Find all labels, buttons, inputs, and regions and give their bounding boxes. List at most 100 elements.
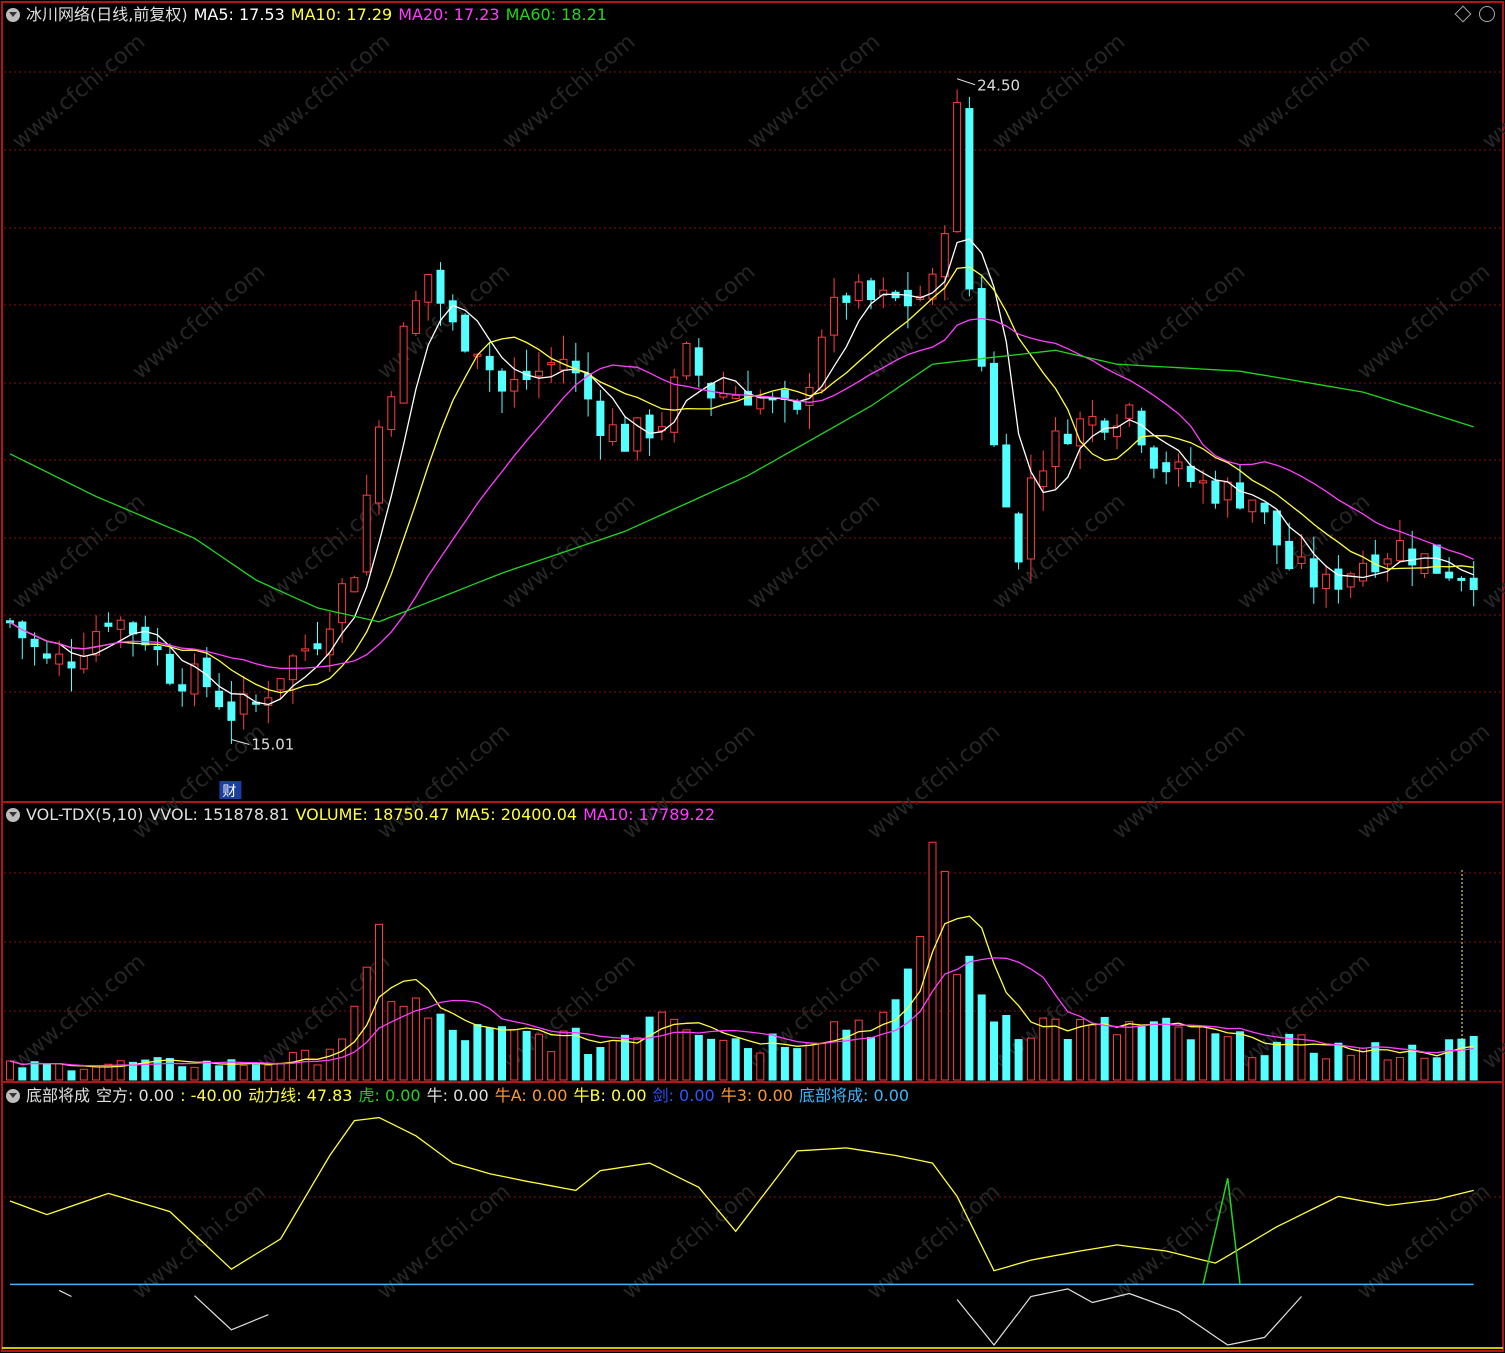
candle-body — [854, 281, 863, 301]
volume-bar — [1149, 1021, 1158, 1081]
event-label: 财 — [222, 784, 236, 800]
chart-frame — [1, 1, 1504, 1352]
volume-bar — [990, 1021, 998, 1081]
candle-body — [731, 394, 740, 399]
volume-bar — [1076, 1019, 1085, 1081]
candle-body — [1297, 556, 1306, 564]
candle-body — [842, 295, 851, 303]
volume-bar — [288, 1052, 297, 1081]
volume-bar — [1174, 1026, 1183, 1081]
volume-bar — [202, 1060, 211, 1081]
volume-bar — [584, 1053, 593, 1081]
volume-bar — [165, 1058, 174, 1081]
volume-bar — [879, 1011, 888, 1081]
candle-body — [903, 289, 912, 307]
candle-body — [1445, 571, 1454, 579]
volume-bar — [325, 1048, 334, 1081]
watermark-text: www.cfchi.com — [253, 29, 395, 154]
candle-body — [104, 622, 113, 627]
volume-bar — [1002, 1015, 1011, 1081]
candle-body — [55, 653, 64, 665]
low-label: 15.01 — [251, 735, 294, 753]
volume-bar — [485, 1027, 494, 1081]
volume-bar — [461, 1040, 470, 1081]
ma5-legend: MA5: 17.53 — [193, 5, 285, 24]
watermark-text: www.cfchi.com — [128, 1179, 270, 1304]
chevron-down-icon[interactable] — [6, 8, 20, 22]
candle-body — [830, 296, 839, 336]
candle-body — [227, 701, 236, 721]
candle-body — [1309, 558, 1318, 588]
volume-bar — [362, 966, 371, 1081]
candle-body — [547, 362, 556, 366]
volume-bar — [1223, 1036, 1232, 1081]
volume-bar — [18, 1067, 27, 1081]
candle-body — [362, 494, 371, 573]
high-marker — [956, 78, 976, 86]
watermark-text: www.cfchi.com — [128, 259, 270, 384]
volume-bar — [682, 1029, 691, 1081]
candle-body — [1236, 482, 1244, 509]
volume-bar — [190, 1066, 199, 1081]
candlesticks — [6, 89, 1478, 744]
candle-body — [571, 360, 580, 374]
watermark-text: www.cfchi.com — [863, 719, 1005, 844]
candle-body — [534, 370, 543, 377]
candle-body — [608, 424, 617, 443]
candle-body — [129, 622, 137, 635]
vol-ma10-legend: MA10: 17789.22 — [583, 805, 715, 824]
volume-bar — [867, 1036, 875, 1081]
candle-body — [510, 378, 519, 392]
watermark-text: www.cfchi.com — [618, 1179, 760, 1304]
candle-body — [1211, 480, 1220, 504]
volume-bar — [805, 1042, 814, 1081]
volume-bar — [1309, 1052, 1318, 1081]
candle-body — [301, 648, 310, 652]
candle-body — [940, 233, 949, 278]
candle-body — [1223, 481, 1232, 501]
chevron-down-icon[interactable] — [6, 808, 20, 822]
candle-body — [965, 108, 974, 290]
stock-chart[interactable]: www.cfchi.com www.cfchi.com www.cfchi.com w… — [0, 0, 1505, 1353]
candle-body — [1051, 430, 1060, 468]
kongfang-legend: 空方: 0.00 — [96, 1086, 175, 1105]
volume-bar — [694, 1034, 703, 1081]
watermark-text: www.cfchi.com — [8, 29, 150, 154]
volume-bar — [707, 1038, 716, 1081]
circle-icon[interactable] — [1479, 6, 1495, 22]
candle-body — [461, 314, 470, 352]
candle-body — [990, 362, 998, 446]
candle-body — [411, 300, 420, 334]
volume-bar — [534, 1033, 543, 1081]
watermark-text: www.cfchi.com — [8, 489, 150, 614]
volume-bar — [239, 1064, 248, 1081]
watermark-text: www.cfchi.com — [1108, 719, 1250, 844]
volume-bar — [1088, 1024, 1097, 1081]
candle-body — [1285, 540, 1294, 570]
volume-bar — [1014, 1039, 1023, 1081]
volume-bar — [1186, 1039, 1195, 1081]
niu-legend: 牛: 0.00 — [426, 1086, 489, 1105]
volume-bar — [436, 1013, 445, 1081]
kongfang-line — [194, 1295, 269, 1331]
dongli-legend: 动力线: 47.83 — [248, 1086, 353, 1105]
candle-body — [1039, 470, 1048, 488]
candle-body — [313, 643, 322, 650]
chevron-down-icon[interactable] — [6, 1089, 20, 1103]
ma20-line — [9, 317, 1474, 670]
volume-bar — [780, 1046, 789, 1081]
volume-bar — [657, 1011, 666, 1081]
volume-bar — [473, 1024, 482, 1081]
candle-body — [165, 653, 174, 684]
volume-bar — [891, 999, 900, 1081]
candle-body — [1395, 540, 1404, 562]
volume-bar — [79, 1068, 88, 1081]
volume-bar — [1260, 1055, 1269, 1081]
volume-bar — [817, 1042, 826, 1081]
watermark-text: www.cfchi.com — [1108, 1179, 1250, 1304]
candle-body — [1248, 499, 1257, 513]
ma10-legend: MA10: 17.29 — [290, 5, 393, 24]
main-legend: 冰川网络(日线,前复权) MA5: 17.53 MA10: 17.29 MA20: 1… — [6, 4, 613, 26]
candle-body — [1322, 573, 1331, 589]
volume-bar — [387, 1001, 396, 1081]
